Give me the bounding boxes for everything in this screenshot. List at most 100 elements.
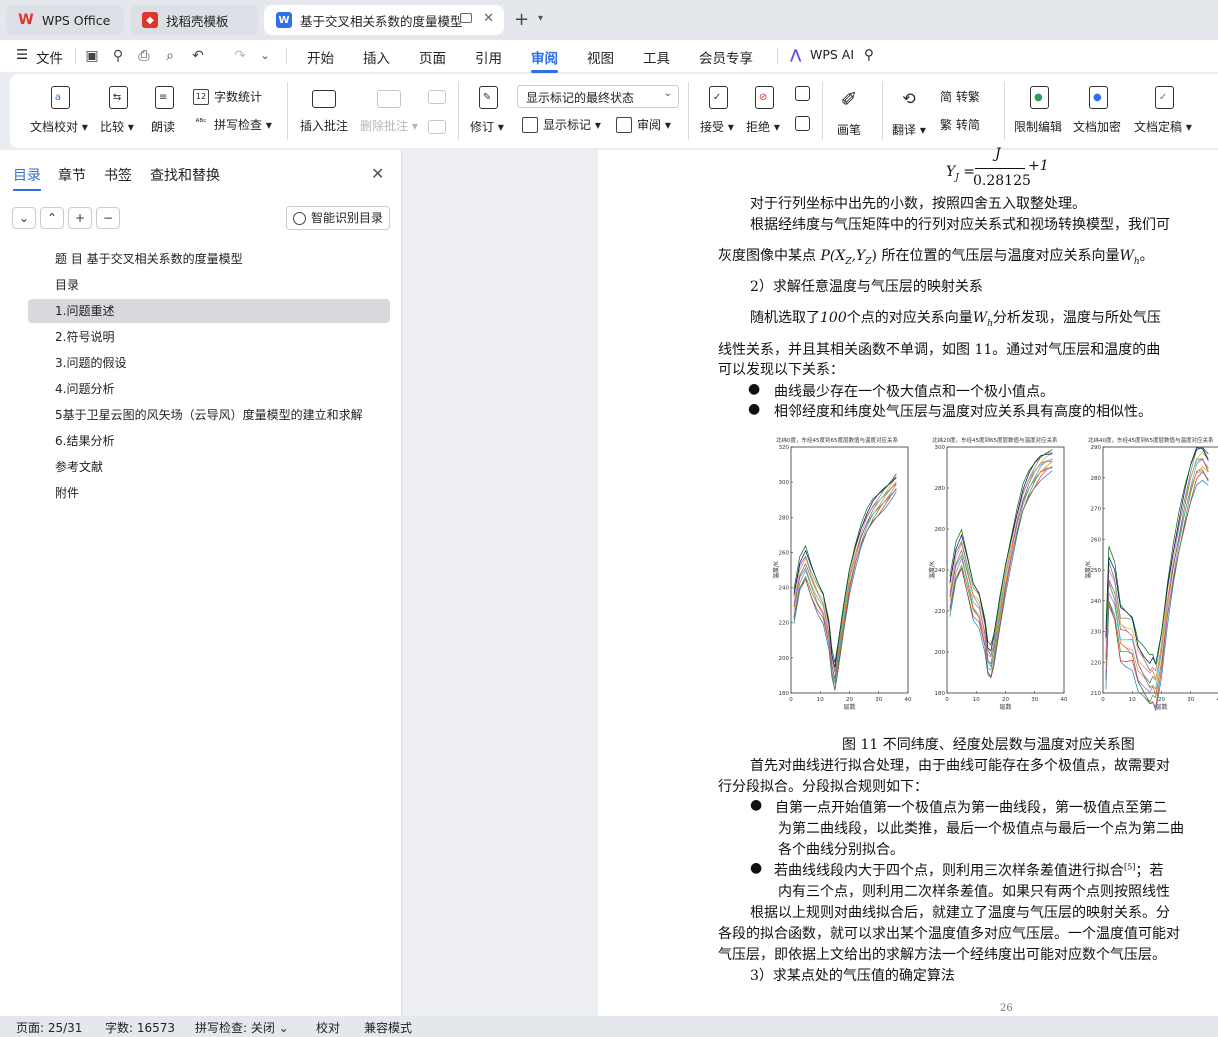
series-line [1105,447,1209,665]
compare-button[interactable]: ⇆ 比较 ▾ [100,86,134,135]
title-bar: W WPS Office ◆ 找稻壳模板 W 基于交叉相关系数的度量模型 ✕ +… [0,0,1218,40]
encrypt-icon: ● [1089,86,1108,109]
wps-logo-icon: W [18,12,34,28]
reject-label: 拒绝 [746,120,771,134]
paragraph-7: 首先对曲线进行拟合处理，由于曲线可能存在多个极值点，故需要对 [750,758,1170,774]
spell-check-status[interactable]: 拼写检查: 关闭 ⌄ [195,1019,289,1036]
tab-template[interactable]: ◆ 找稻壳模板 [130,5,258,35]
read-aloud-button[interactable]: ≡ 朗读 [151,86,175,135]
review-ribbon: a 文档校对 ▾ ⇆ 比较 ▾ ≡ 朗读 12 字数统计 ᴬᴮᶜ 拼写检查 ▾ … [10,74,1218,148]
new-tab-plus-icon[interactable]: + [514,9,529,30]
close-icon[interactable]: ✕ [371,164,384,183]
undo-icon[interactable]: ↶ [190,48,206,64]
more-dropdown-icon[interactable]: ⌄ [257,48,273,64]
menu-references[interactable]: 引用 [475,47,502,67]
toc-item[interactable]: 题 目 基于交叉相关系数的度量模型 [28,247,390,271]
hamburger-menu-icon[interactable]: ☰ [16,47,28,63]
restrict-edit-button[interactable]: ● 限制编辑 [1014,86,1062,135]
toc-item[interactable]: 目录 [28,273,390,297]
monitor-icon[interactable] [460,13,472,23]
toc-item[interactable]: 1.问题重述 [28,299,390,323]
paragraph-3: 灰度图像中某点 P(XZ,YZ) 所在位置的气压层与温度对应关系向量Wh。 [718,248,1154,267]
page-indicator[interactable]: 页面: 25/31 [16,1019,82,1036]
bullet-4-line-2: 内有三个点，则利用二次样条差值。如果只有两个点则按照线性 [778,884,1170,900]
menu-wps-ai[interactable]: WPS AI [810,47,854,62]
word-count-status[interactable]: 字数: 16573 [105,1019,175,1036]
doc-check-button[interactable]: a 文档校对 ▾ [30,86,88,135]
smart-toc-label: 智能识别目录 [311,211,384,225]
nav-tab-toc[interactable]: 目录 [13,165,41,191]
page-number: 26 [1000,1003,1013,1014]
collapse-all-button[interactable]: ⌄ [12,207,36,229]
track-changes-button[interactable]: ✎ 修订 ▾ [470,86,504,135]
toc-item[interactable]: 4.问题分析 [28,377,390,401]
link-icon[interactable]: ⚲ [110,48,126,64]
y-tick-label: 300 [935,445,946,451]
encrypt-button[interactable]: ● 文档加密 [1073,86,1121,135]
delete-comment-icon [376,90,401,108]
insert-comment-button[interactable]: 插入批注 [300,86,348,134]
accept-label: 接受 [700,120,725,134]
delete-comment-button: 删除批注 ▾ [360,86,418,134]
review-pane-button[interactable]: 审阅 ▾ [616,116,671,133]
menu-review[interactable]: 审阅 [531,47,558,73]
print-preview-icon[interactable]: ⌕ [162,48,178,64]
toc-item[interactable]: 3.问题的假设 [28,351,390,375]
nav-tab-find-replace[interactable]: 查找和替换 [150,165,220,185]
accept-icon: ✓ [708,86,728,109]
show-markup-button[interactable]: 显示标记 ▾ [522,116,601,133]
prev-change-button[interactable] [792,86,810,101]
smart-toc-button[interactable]: 智能识别目录 [286,206,390,230]
tab-document[interactable]: W 基于交叉相关系数的度量模型 ✕ [264,5,504,35]
finalize-button[interactable]: ✓ 文档定稿 ▾ [1134,86,1192,135]
menu-bar: ☰ 文件 ▣ ⚲ ⎙ ⌕ ↶ ↷ ⌄ 开始 插入 页面 引用 审阅 视图 工具 … [0,40,1218,73]
chevron-down-icon[interactable]: ▾ [538,13,543,24]
toc-item[interactable]: 6.结果分析 [28,429,390,453]
x-tick-label: 10 [817,697,824,703]
translate-button[interactable]: ⟲ 翻译 ▾ [892,86,926,138]
menu-page[interactable]: 页面 [419,47,446,67]
print-icon[interactable]: ⎙ [136,48,152,64]
spell-check-button[interactable]: ᴬᴮᶜ 拼写检查 ▾ [193,116,271,133]
expand-all-button[interactable]: ⌃ [40,207,64,229]
to-traditional-button[interactable]: 简 转繁 [940,88,980,105]
toc-item[interactable]: 5基于卫星云图的风矢场（云导风）度量模型的建立和求解 [28,403,390,427]
menu-insert[interactable]: 插入 [363,47,390,67]
remove-heading-button[interactable]: − [96,207,120,229]
menu-file[interactable]: 文件 [36,47,63,67]
next-change-button[interactable] [792,116,810,131]
toc-item[interactable]: 参考文献 [28,455,390,479]
word-count-button[interactable]: 12 字数统计 [193,88,262,105]
close-tab-icon[interactable]: ✕ [483,11,494,26]
accept-button[interactable]: ✓ 接受 ▾ [700,86,734,135]
menu-view[interactable]: 视图 [587,47,614,67]
reject-button[interactable]: ⊘ 拒绝 ▾ [746,86,780,135]
menu-home[interactable]: 开始 [307,47,334,67]
pen-button[interactable]: ✐ 画笔 [836,86,862,138]
series-line [1105,451,1209,681]
bullet-1: 曲线最少存在一个极大值点和一个极小值点。 [774,384,1054,400]
paragraph-2: 根据经纬度与气压矩阵中的行列对应关系式和视场转换模型，我们可 [750,217,1170,233]
markup-mode-select[interactable]: 显示标记的最终状态 ⌄ [517,85,679,108]
next-comment-icon [428,120,446,134]
add-heading-button[interactable]: + [68,207,92,229]
menu-membership[interactable]: 会员专享 [699,47,753,67]
wps-ai-icon[interactable]: ⋀ [790,47,801,63]
nav-tab-bookmarks[interactable]: 书签 [104,165,132,185]
toc-item[interactable]: 附件 [28,481,390,505]
x-tick-label: 0 [1101,697,1105,703]
save-icon[interactable]: ▣ [84,48,100,64]
insert-comment-icon [312,90,336,108]
menu-tools[interactable]: 工具 [643,47,670,67]
toc-item[interactable]: 2.符号说明 [28,325,390,349]
word-count-label: 字数统计 [214,90,263,104]
prev-change-icon [795,86,810,101]
tab-wps-office[interactable]: W WPS Office [6,5,124,35]
y-tick-label: 200 [779,656,790,662]
figure-11: 北纬0度，东经45度到65度层数值与温度对应关系 180 200 220 240 260 2… [770,433,1218,713]
y-tick-label: 210 [1091,691,1102,697]
proofread-status[interactable]: 校对 [316,1019,340,1036]
nav-tab-sections[interactable]: 章节 [58,165,86,185]
to-simplified-button[interactable]: 繁 转简 [940,116,980,133]
search-icon[interactable]: ⚲ [864,47,874,63]
